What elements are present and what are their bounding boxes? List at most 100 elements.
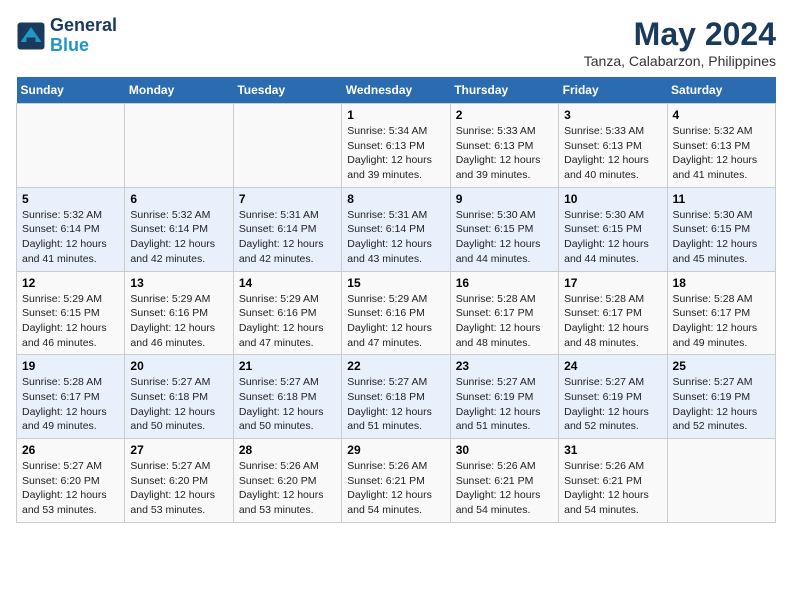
day-number: 21 [239, 359, 336, 373]
calendar-cell: 3Sunrise: 5:33 AM Sunset: 6:13 PM Daylig… [559, 104, 667, 188]
day-info: Sunrise: 5:30 AM Sunset: 6:15 PM Dayligh… [564, 208, 661, 267]
day-of-week-header: Monday [125, 77, 233, 104]
calendar-week-row: 19 Sunrise: 5:28 AM Sunset: 6:17 PM Dayli… [17, 355, 776, 439]
day-info: Sunrise: 5:27 AM Sunset: 6:18 PM Dayligh… [130, 375, 227, 434]
day-number: 10 [564, 192, 661, 206]
calendar-cell: 18 Sunrise: 5:28 AM Sunset: 6:17 PM Dayli… [667, 271, 775, 355]
day-info: Sunrise: 5:27 AM Sunset: 6:19 PM Dayligh… [673, 375, 770, 434]
day-info: Sunrise: 5:28 AM Sunset: 6:17 PM Dayligh… [22, 375, 119, 434]
calendar-cell: 1 Sunrise: 5:34 AM Sunset: 6:13 PM Daylig… [342, 104, 450, 188]
day-number: 23 [456, 359, 553, 373]
calendar-week-row: 12 Sunrise: 5:29 AM Sunset: 6:15 PM Dayli… [17, 271, 776, 355]
day-info: Sunrise: 5:29 AM Sunset: 6:16 PM Dayligh… [347, 292, 444, 351]
day-number: 9 [456, 192, 553, 206]
day-info: Sunrise: 5:27 AM Sunset: 6:18 PM Dayligh… [347, 375, 444, 434]
day-number: 12 [22, 276, 119, 290]
calendar-cell: 16Sunrise: 5:28 AM Sunset: 6:17 PM Dayli… [450, 271, 558, 355]
day-of-week-header: Saturday [667, 77, 775, 104]
day-info: Sunrise: 5:27 AM Sunset: 6:20 PM Dayligh… [22, 459, 119, 518]
day-info: Sunrise: 5:28 AM Sunset: 6:17 PM Dayligh… [673, 292, 770, 351]
day-info: Sunrise: 5:26 AM Sunset: 6:20 PM Dayligh… [239, 459, 336, 518]
calendar-cell [233, 104, 341, 188]
day-info: Sunrise: 5:34 AM Sunset: 6:13 PM Dayligh… [347, 124, 444, 183]
calendar-cell [17, 104, 125, 188]
day-info: Sunrise: 5:27 AM Sunset: 6:19 PM Dayligh… [456, 375, 553, 434]
calendar-cell: 7 Sunrise: 5:31 AM Sunset: 6:14 PM Daylig… [233, 187, 341, 271]
day-number: 11 [673, 192, 770, 206]
day-number: 1 [347, 108, 444, 122]
calendar-cell: 11 Sunrise: 5:30 AM Sunset: 6:15 PM Dayli… [667, 187, 775, 271]
day-info: Sunrise: 5:28 AM Sunset: 6:17 PM Dayligh… [564, 292, 661, 351]
calendar-table: SundayMondayTuesdayWednesdayThursdayFrid… [16, 77, 776, 523]
day-number: 29 [347, 443, 444, 457]
day-number: 7 [239, 192, 336, 206]
day-number: 30 [456, 443, 553, 457]
day-number: 8 [347, 192, 444, 206]
calendar-cell: 22Sunrise: 5:27 AM Sunset: 6:18 PM Dayli… [342, 355, 450, 439]
day-info: Sunrise: 5:27 AM Sunset: 6:18 PM Dayligh… [239, 375, 336, 434]
calendar-cell: 28 Sunrise: 5:26 AM Sunset: 6:20 PM Dayli… [233, 439, 341, 523]
calendar-cell [125, 104, 233, 188]
day-of-week-header: Friday [559, 77, 667, 104]
day-number: 20 [130, 359, 227, 373]
day-number: 13 [130, 276, 227, 290]
calendar-cell: 25Sunrise: 5:27 AM Sunset: 6:19 PM Dayli… [667, 355, 775, 439]
day-of-week-header: Thursday [450, 77, 558, 104]
day-info: Sunrise: 5:32 AM Sunset: 6:14 PM Dayligh… [22, 208, 119, 267]
calendar-cell: 15 Sunrise: 5:29 AM Sunset: 6:16 PM Dayli… [342, 271, 450, 355]
day-number: 15 [347, 276, 444, 290]
calendar-cell: 13 Sunrise: 5:29 AM Sunset: 6:16 PM Dayli… [125, 271, 233, 355]
calendar-cell [667, 439, 775, 523]
day-number: 26 [22, 443, 119, 457]
calendar-cell: 6 Sunrise: 5:32 AM Sunset: 6:14 PM Daylig… [125, 187, 233, 271]
day-info: Sunrise: 5:29 AM Sunset: 6:16 PM Dayligh… [239, 292, 336, 351]
day-number: 4 [673, 108, 770, 122]
day-info: Sunrise: 5:32 AM Sunset: 6:13 PM Dayligh… [673, 124, 770, 183]
calendar-week-row: 26 Sunrise: 5:27 AM Sunset: 6:20 PM Dayli… [17, 439, 776, 523]
logo-line2: Blue [50, 36, 117, 56]
page-header: General Blue May 2024 Tanza, Calabarzon,… [16, 16, 776, 69]
calendar-cell: 19 Sunrise: 5:28 AM Sunset: 6:17 PM Dayli… [17, 355, 125, 439]
day-info: Sunrise: 5:27 AM Sunset: 6:20 PM Dayligh… [130, 459, 227, 518]
calendar-header-row: SundayMondayTuesdayWednesdayThursdayFrid… [17, 77, 776, 104]
day-info: Sunrise: 5:29 AM Sunset: 6:16 PM Dayligh… [130, 292, 227, 351]
calendar-cell: 31Sunrise: 5:26 AM Sunset: 6:21 PM Dayli… [559, 439, 667, 523]
day-of-week-header: Sunday [17, 77, 125, 104]
day-number: 2 [456, 108, 553, 122]
calendar-cell: 8 Sunrise: 5:31 AM Sunset: 6:14 PM Daylig… [342, 187, 450, 271]
calendar-week-row: 5Sunrise: 5:32 AM Sunset: 6:14 PM Daylig… [17, 187, 776, 271]
day-number: 14 [239, 276, 336, 290]
day-info: Sunrise: 5:31 AM Sunset: 6:14 PM Dayligh… [347, 208, 444, 267]
day-number: 19 [22, 359, 119, 373]
logo-icon [16, 21, 46, 51]
day-number: 24 [564, 359, 661, 373]
day-of-week-header: Wednesday [342, 77, 450, 104]
calendar-cell: 9Sunrise: 5:30 AM Sunset: 6:15 PM Daylig… [450, 187, 558, 271]
calendar-cell: 24 Sunrise: 5:27 AM Sunset: 6:19 PM Dayli… [559, 355, 667, 439]
calendar-cell: 23 Sunrise: 5:27 AM Sunset: 6:19 PM Dayli… [450, 355, 558, 439]
logo-line1: General [50, 16, 117, 36]
calendar-cell: 21 Sunrise: 5:27 AM Sunset: 6:18 PM Dayli… [233, 355, 341, 439]
page-subtitle: Tanza, Calabarzon, Philippines [584, 53, 776, 69]
day-number: 28 [239, 443, 336, 457]
day-number: 17 [564, 276, 661, 290]
calendar-cell: 14 Sunrise: 5:29 AM Sunset: 6:16 PM Dayli… [233, 271, 341, 355]
day-number: 18 [673, 276, 770, 290]
calendar-cell: 29Sunrise: 5:26 AM Sunset: 6:21 PM Dayli… [342, 439, 450, 523]
day-info: Sunrise: 5:32 AM Sunset: 6:14 PM Dayligh… [130, 208, 227, 267]
calendar-cell: 12 Sunrise: 5:29 AM Sunset: 6:15 PM Dayli… [17, 271, 125, 355]
day-info: Sunrise: 5:33 AM Sunset: 6:13 PM Dayligh… [456, 124, 553, 183]
day-number: 16 [456, 276, 553, 290]
day-info: Sunrise: 5:31 AM Sunset: 6:14 PM Dayligh… [239, 208, 336, 267]
calendar-cell: 30 Sunrise: 5:26 AM Sunset: 6:21 PM Dayli… [450, 439, 558, 523]
day-info: Sunrise: 5:26 AM Sunset: 6:21 PM Dayligh… [456, 459, 553, 518]
calendar-cell: 27Sunrise: 5:27 AM Sunset: 6:20 PM Dayli… [125, 439, 233, 523]
day-number: 6 [130, 192, 227, 206]
day-info: Sunrise: 5:27 AM Sunset: 6:19 PM Dayligh… [564, 375, 661, 434]
day-info: Sunrise: 5:30 AM Sunset: 6:15 PM Dayligh… [673, 208, 770, 267]
calendar-cell: 10 Sunrise: 5:30 AM Sunset: 6:15 PM Dayli… [559, 187, 667, 271]
day-info: Sunrise: 5:29 AM Sunset: 6:15 PM Dayligh… [22, 292, 119, 351]
day-of-week-header: Tuesday [233, 77, 341, 104]
calendar-week-row: 1 Sunrise: 5:34 AM Sunset: 6:13 PM Daylig… [17, 104, 776, 188]
day-number: 3 [564, 108, 661, 122]
